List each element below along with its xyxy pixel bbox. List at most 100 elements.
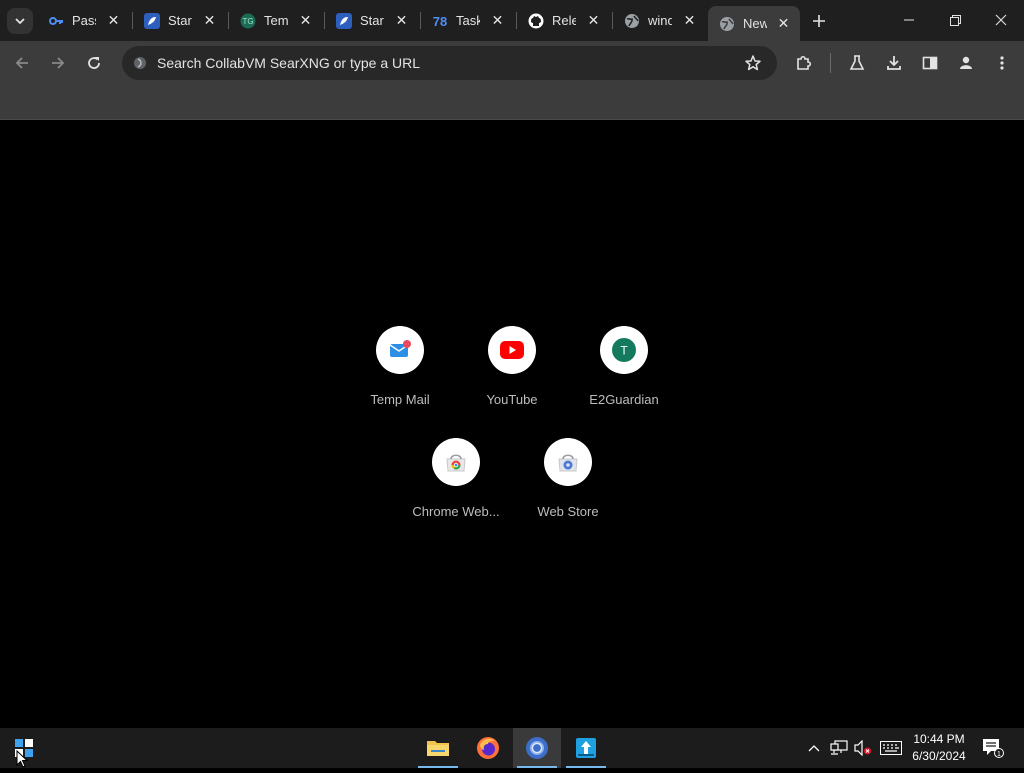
side-panel-button[interactable]: [914, 47, 946, 79]
tab-search-button[interactable]: [7, 8, 33, 34]
close-icon[interactable]: ✕: [490, 12, 505, 28]
shortcut-youtube[interactable]: YouTube: [456, 318, 568, 430]
tab-start-1[interactable]: Start ✕: [133, 5, 226, 36]
temp-mail-icon: [376, 326, 424, 374]
back-button[interactable]: [6, 47, 38, 79]
shortcut-label: E2Guardian: [589, 392, 659, 407]
taskbar-firefox[interactable]: [464, 728, 512, 768]
clock-time: 10:44 PM: [913, 732, 965, 746]
forward-button[interactable]: [42, 47, 74, 79]
close-icon[interactable]: ✕: [106, 12, 121, 28]
toolbar-divider: [830, 53, 831, 73]
shortcut-web-store[interactable]: Web Store: [512, 430, 624, 542]
globe-icon: [624, 13, 640, 29]
firefox-icon: [477, 737, 499, 759]
arrow-left-icon: [15, 57, 28, 69]
plus-icon: [813, 15, 825, 27]
tab-temp-mail[interactable]: TG Temp ✕: [229, 5, 322, 36]
tab-wind[interactable]: wind ✕: [613, 5, 706, 36]
taskbar: 10:44 PM 6/30/2024 1: [0, 728, 1024, 768]
action-center-button[interactable]: 1: [978, 728, 1008, 768]
network-button[interactable]: [828, 728, 850, 768]
show-hidden-icons-button[interactable]: [806, 728, 822, 768]
new-tab-button[interactable]: [806, 8, 832, 34]
tab-start-2[interactable]: Start ✕: [325, 5, 418, 36]
key-icon: [48, 13, 64, 29]
shortcut-e2guardian[interactable]: T E2Guardian: [568, 318, 680, 430]
mouse-cursor-icon: [16, 749, 29, 773]
bookmark-star-icon[interactable]: [744, 54, 762, 77]
app-icon: [576, 738, 596, 758]
address-bar-placeholder: Search CollabVM SearXNG or type a URL: [157, 55, 420, 71]
reload-icon: [88, 57, 100, 69]
downloads-button[interactable]: [878, 47, 910, 79]
letter-t-icon: T: [600, 326, 648, 374]
keyboard-icon: [880, 741, 902, 755]
tab-title: Rele: [552, 13, 576, 28]
notification-icon: 1: [983, 739, 1004, 758]
taskbar-file-explorer[interactable]: [414, 728, 462, 768]
chevron-up-icon: [808, 745, 820, 752]
close-icon[interactable]: ✕: [586, 12, 601, 28]
tab-passwords[interactable]: Pass ✕: [37, 5, 130, 36]
tab-title: Start: [360, 13, 384, 28]
minimize-icon: [904, 19, 914, 21]
tab-new-tab[interactable]: New ✕: [708, 6, 800, 41]
close-icon[interactable]: ✕: [776, 15, 791, 31]
shortcut-label: Temp Mail: [370, 392, 430, 407]
profile-button[interactable]: [950, 47, 982, 79]
tab-title: Start: [168, 13, 192, 28]
network-icon: [830, 740, 848, 755]
flask-icon: [849, 55, 865, 70]
touch-keyboard-button[interactable]: [878, 728, 904, 768]
browser-toolbar: Search CollabVM SearXNG or type a URL: [0, 41, 1024, 85]
tab-releases[interactable]: Rele ✕: [517, 5, 610, 36]
shortcut-label: YouTube: [486, 392, 538, 407]
volume-button[interactable]: [852, 728, 874, 768]
tab-title: Temp: [264, 13, 288, 28]
shortcut-chrome-web-store[interactable]: Chrome Web...: [400, 430, 512, 542]
svg-text:TG: TG: [242, 17, 253, 26]
shortcut-label: Web Store: [537, 504, 599, 519]
labs-button[interactable]: [841, 47, 873, 79]
close-icon[interactable]: ✕: [298, 12, 313, 28]
close-icon[interactable]: ✕: [682, 12, 697, 28]
chrome-web-store-icon: [432, 438, 480, 486]
minimize-button[interactable]: [886, 0, 932, 40]
tab-taskade[interactable]: 78 Task ✕: [421, 5, 514, 36]
address-bar[interactable]: Search CollabVM SearXNG or type a URL: [122, 46, 777, 80]
side-panel-icon: [922, 56, 938, 70]
menu-button[interactable]: [986, 47, 1018, 79]
download-icon: [887, 56, 901, 70]
arrow-right-icon: [52, 57, 65, 69]
restore-icon: [949, 14, 961, 26]
restore-button[interactable]: [932, 0, 978, 40]
close-window-button[interactable]: [978, 0, 1024, 40]
taskbar-app[interactable]: [562, 728, 610, 768]
close-icon[interactable]: ✕: [394, 12, 409, 28]
more-vert-icon: [1000, 56, 1004, 70]
chrome-icon: [526, 737, 548, 759]
tab-strip: Pass ✕ Start ✕ TG Temp ✕ Start ✕ 78 Task…: [0, 0, 1024, 41]
close-icon: [995, 14, 1007, 26]
extensions-button[interactable]: [788, 47, 820, 79]
volume-muted-icon: [854, 740, 871, 756]
new-tab-page: Temp Mail YouTube T E2Guardian Chrome We…: [0, 121, 1024, 728]
tab-title: New: [743, 16, 767, 31]
taskbar-clock[interactable]: 10:44 PM 6/30/2024: [904, 731, 974, 765]
tab-title: Task: [456, 13, 480, 28]
svg-text:78: 78: [433, 14, 447, 29]
globe-icon: [719, 16, 735, 32]
person-icon: [960, 56, 972, 69]
close-icon[interactable]: ✕: [202, 12, 217, 28]
tab-title: Pass: [72, 13, 96, 28]
shortcut-label: Chrome Web...: [412, 504, 500, 519]
tab-title: wind: [648, 13, 672, 28]
file-explorer-icon: [427, 741, 449, 756]
reload-button[interactable]: [78, 47, 110, 79]
youtube-icon: [488, 326, 536, 374]
taskbar-chrome[interactable]: [513, 728, 561, 768]
temp-mail-icon: TG: [240, 13, 256, 29]
svg-text:1: 1: [997, 751, 1001, 758]
shortcut-temp-mail[interactable]: Temp Mail: [344, 318, 456, 430]
